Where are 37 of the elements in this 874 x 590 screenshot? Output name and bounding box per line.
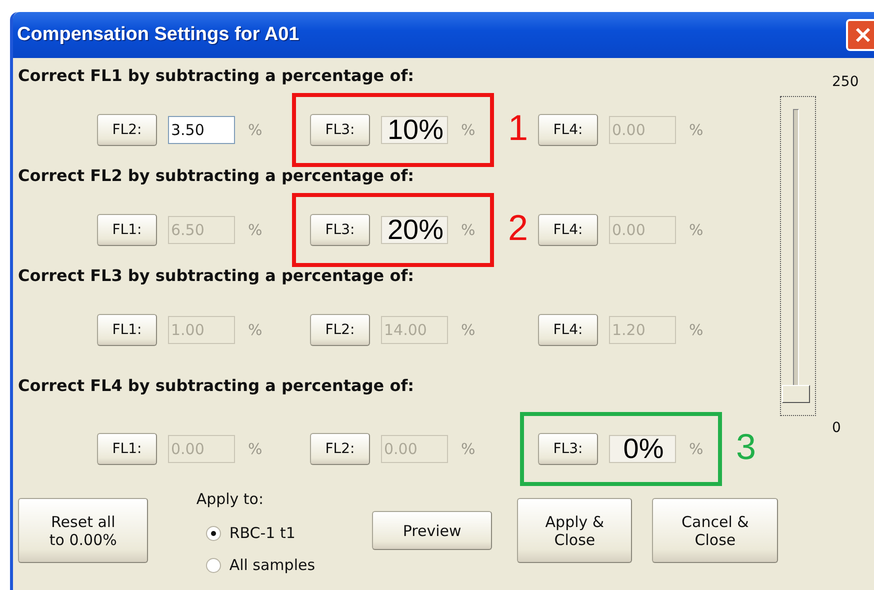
annotation-number: 1 <box>508 108 528 148</box>
section-heading: Correct FL2 by subtracting a percentage of: <box>18 165 414 187</box>
radio-button[interactable] <box>206 558 222 572</box>
channel-button[interactable]: FL2: <box>97 114 157 146</box>
reset-button[interactable]: Reset all to 0.00% <box>18 498 148 563</box>
slider-min-label: 0 <box>832 420 841 436</box>
percent-unit: % <box>248 440 262 458</box>
slider-max-label: 250 <box>832 74 859 90</box>
preview-button[interactable]: Preview <box>372 511 492 550</box>
percent-unit: % <box>461 440 476 458</box>
percent-unit: % <box>248 321 262 339</box>
slider-thumb[interactable] <box>782 385 810 403</box>
apply-close-button[interactable]: Apply & Close <box>517 498 632 563</box>
percent-unit: % <box>461 321 476 339</box>
radio-label: All samples <box>229 556 316 574</box>
radio-label: RBC-1 t1 <box>229 524 296 542</box>
section-heading: Correct FL1 by subtracting a percentage of: <box>18 65 414 87</box>
apply-to-label: Apply to: <box>196 490 265 510</box>
percent-unit: % <box>461 121 476 139</box>
percent-unit: % <box>689 221 704 239</box>
percent-unit: % <box>248 121 262 139</box>
vertical-slider[interactable] <box>780 96 816 416</box>
section-heading: Correct FL3 by subtracting a percentage of: <box>18 265 414 287</box>
percent-unit: % <box>461 221 476 239</box>
annotation-number: 2 <box>508 208 528 248</box>
close-icon <box>855 27 871 43</box>
section-heading: Correct FL4 by subtracting a percentage of: <box>18 375 414 397</box>
percent-unit: % <box>689 321 704 339</box>
annotation-number: 3 <box>736 427 756 467</box>
percent-unit: % <box>689 121 704 139</box>
cancel-close-button[interactable]: Cancel & Close <box>652 498 778 563</box>
window-title: Compensation Settings for A01 <box>17 24 300 46</box>
radio-button[interactable] <box>206 526 222 540</box>
percent-unit: % <box>689 440 704 458</box>
close-button[interactable] <box>846 19 874 51</box>
percent-field[interactable]: 3.50 <box>168 116 235 144</box>
percent-unit: % <box>248 221 262 239</box>
